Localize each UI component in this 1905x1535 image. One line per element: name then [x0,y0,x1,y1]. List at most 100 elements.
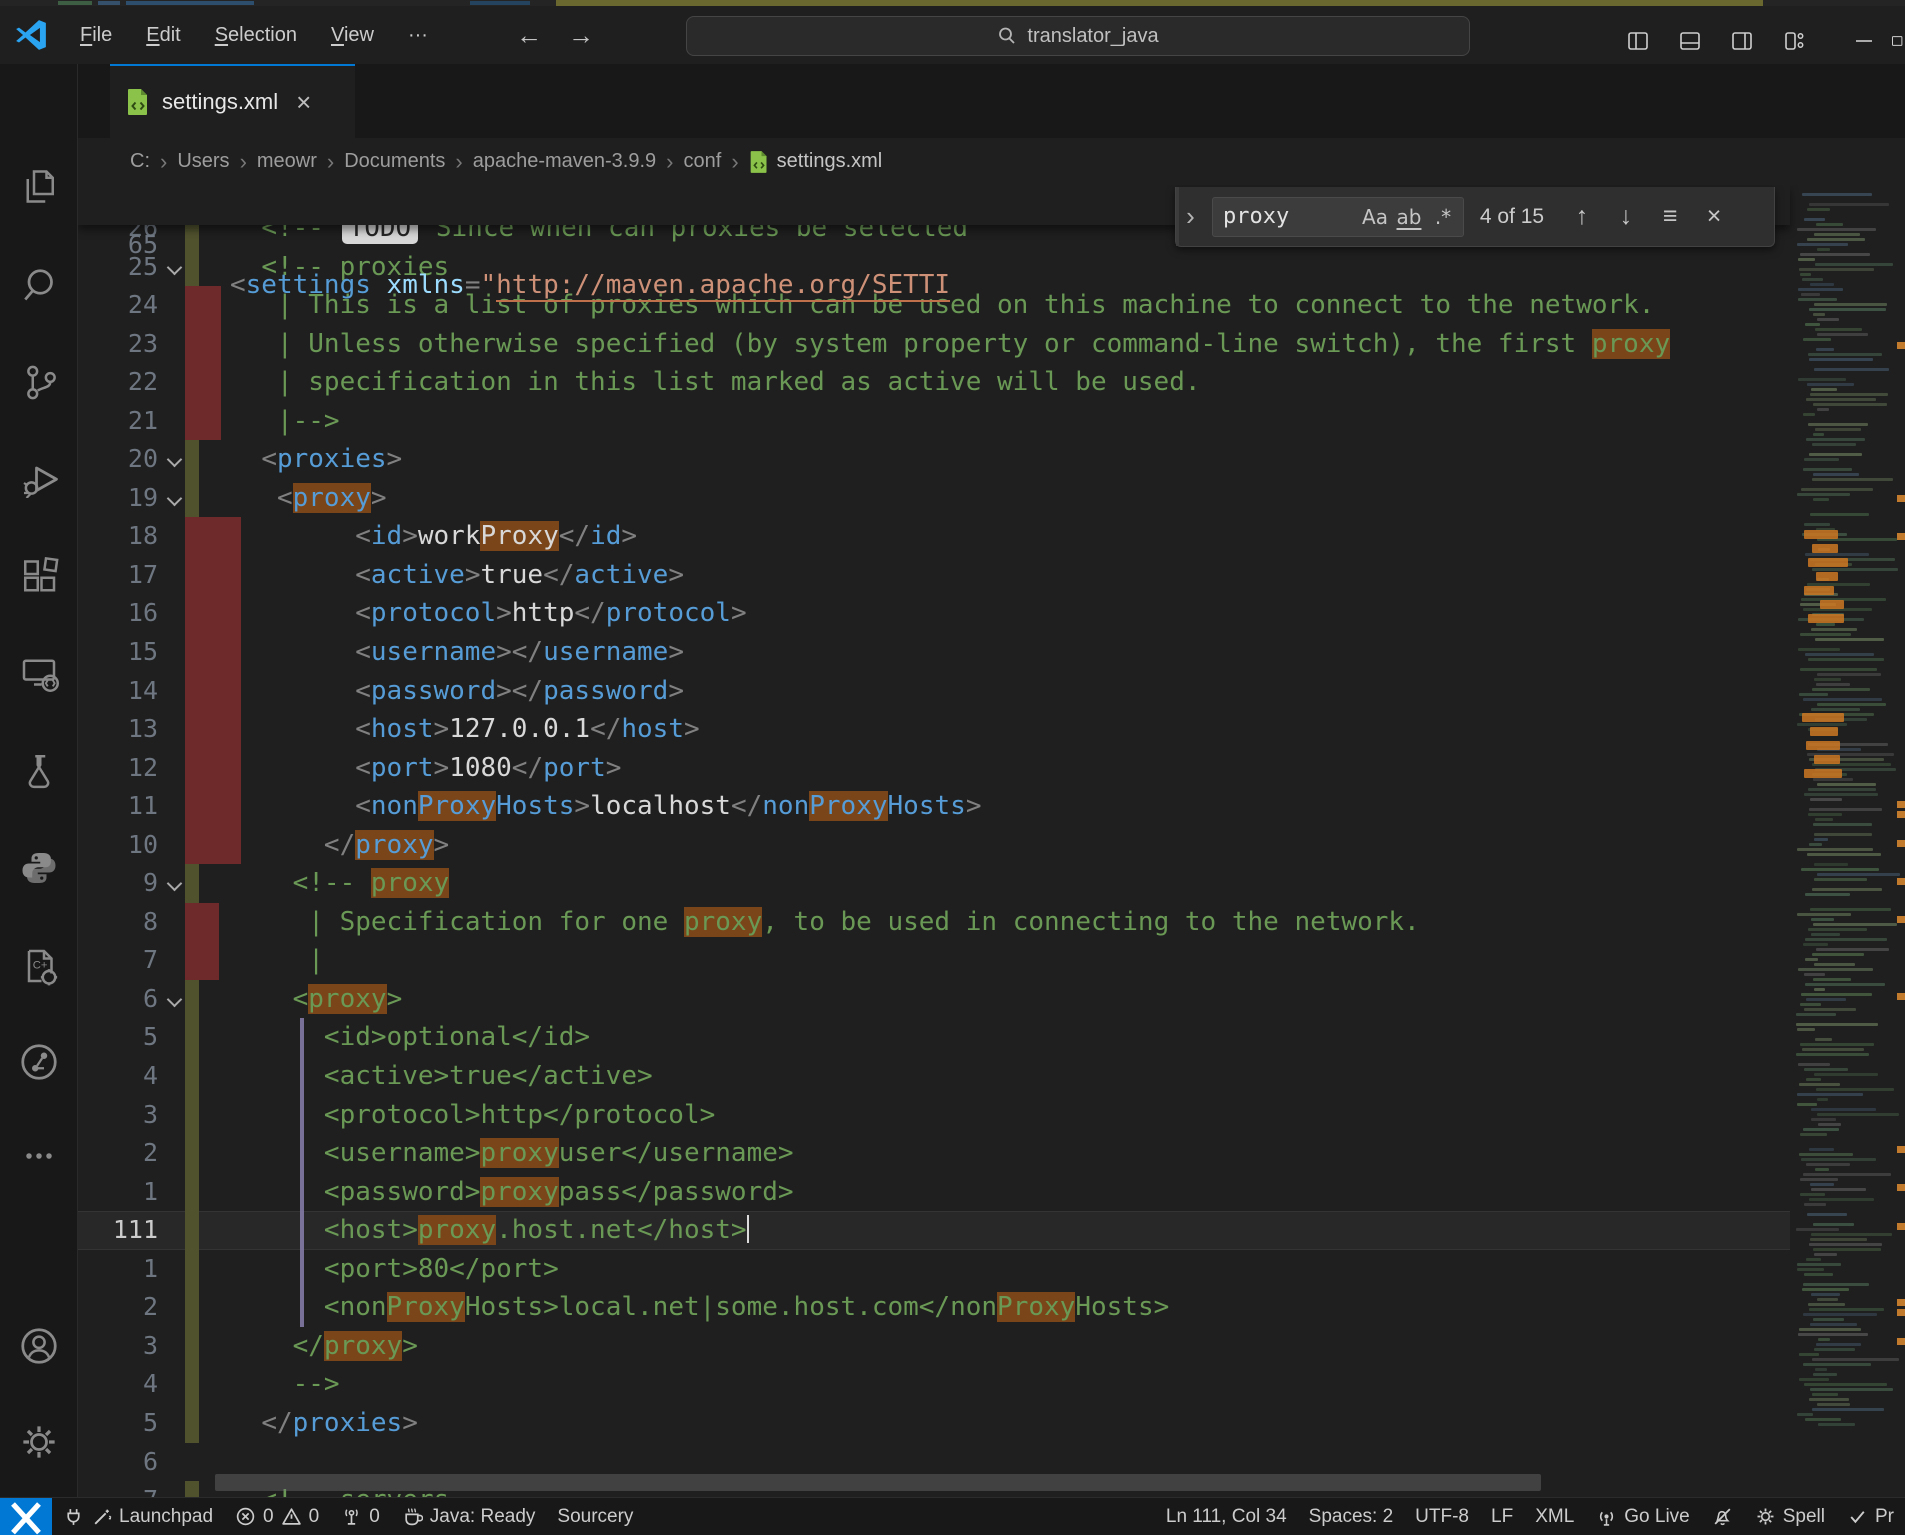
run-debug-icon[interactable] [19,458,59,498]
line-number[interactable]: 19 [78,479,158,518]
line-number[interactable]: 2 [78,1134,158,1173]
line-number[interactable]: 22 [78,363,158,402]
close-find-icon[interactable]: × [1692,202,1736,231]
line-number[interactable]: 16 [78,594,158,633]
toggle-panel-icon[interactable] [1664,12,1716,70]
line-number[interactable]: 5 [78,1404,158,1443]
editor-row[interactable]: 5 <id>optional</id> [78,1018,1790,1057]
remote-explorer-icon[interactable] [19,652,59,692]
forward-button[interactable]: → [568,20,594,51]
line-number[interactable]: 15 [78,633,158,672]
editor-row[interactable]: 1 <port>80</port> [78,1250,1790,1289]
line-number[interactable]: 9 [78,864,158,903]
editor-row[interactable]: 16 <protocol>http</protocol> [78,594,1790,633]
status-item-sourcery[interactable]: Sourcery [546,1498,644,1535]
line-number[interactable]: 20 [78,440,158,479]
line-number[interactable]: 2 [78,1288,158,1327]
status-item-encoding[interactable]: UTF-8 [1404,1498,1480,1535]
menu-view[interactable]: View [317,18,388,53]
cpp-tools-icon[interactable]: C+ [19,946,59,986]
command-center-search[interactable]: translator_java [686,16,1470,56]
menu-file[interactable]: File [66,18,126,53]
explorer-icon[interactable] [19,164,59,204]
editor-row[interactable]: 111 <host>proxy.host.net</host> [78,1211,1790,1250]
line-number[interactable]: 111 [78,1211,158,1250]
line-number[interactable]: 4 [78,1057,158,1096]
source-control-icon[interactable] [19,360,59,400]
editor-row[interactable]: 5 </proxies> [78,1404,1790,1443]
search-icon[interactable] [19,262,59,302]
breadcrumb-file[interactable]: settings.xml [749,150,883,174]
line-number[interactable]: 14 [78,672,158,711]
status-item-ports[interactable]: 0 [330,1498,391,1535]
status-item-notifications-muted[interactable] [1701,1498,1744,1535]
line-number[interactable]: 3 [78,1327,158,1366]
breadcrumb-item[interactable]: Documents [344,150,445,173]
status-item-problems[interactable]: 00 [224,1498,330,1535]
line-number[interactable]: 3 [78,1096,158,1135]
editor-row[interactable]: 15 <username></username> [78,633,1790,672]
line-number[interactable]: 6 [78,980,158,1019]
next-match-icon[interactable]: ↓ [1604,202,1648,231]
editor-row[interactable]: 11 <nonProxyHosts>localhost</nonProxyHos… [78,787,1790,826]
toggle-secondary-sidebar-icon[interactable] [1716,12,1768,70]
status-item-indentation[interactable]: Spaces: 2 [1298,1498,1405,1535]
editor-row[interactable]: 22 | specification in this list marked a… [78,363,1790,402]
minimize-icon[interactable] [1838,12,1890,70]
breadcrumb-item[interactable]: conf [684,150,722,173]
status-item-java-status[interactable]: Java: Ready [391,1498,547,1535]
status-item-spell[interactable]: Spell [1744,1498,1836,1535]
line-number[interactable]: 21 [78,402,158,441]
minimap[interactable] [1790,185,1905,1497]
editor-row[interactable]: 2 <username>proxyuser</username> [78,1134,1790,1173]
editor-row[interactable]: 3 <protocol>http</protocol> [78,1096,1790,1135]
tab-settings-xml[interactable]: settings.xml × [110,64,355,138]
editor-row[interactable]: 7 | [78,941,1790,980]
code-editor[interactable]: 26 <!-- TODO Since when can proxies be s… [78,185,1905,1497]
status-item-launchpad[interactable]: Launchpad [52,1498,224,1535]
extensions-icon[interactable] [19,554,59,594]
editor-row[interactable]: 17 <active>true</active> [78,556,1790,595]
line-number[interactable]: 10 [78,826,158,865]
menu-edit[interactable]: Edit [132,18,194,53]
status-item-prettier[interactable]: Pr [1836,1498,1905,1535]
line-number[interactable]: 7 [78,1481,158,1497]
line-number[interactable]: 5 [78,1018,158,1057]
editor-row[interactable]: 2 <nonProxyHosts>local.net|some.host.com… [78,1288,1790,1327]
editor-row[interactable]: 20 <proxies> [78,440,1790,479]
toggle-sidebar-icon[interactable] [1612,12,1664,70]
breadcrumb-item[interactable]: Users [177,150,229,173]
editor-row[interactable]: 12 <port>1080</port> [78,749,1790,788]
more-views-icon[interactable] [19,1136,59,1176]
whole-word-icon[interactable]: ab [1393,205,1425,229]
match-case-icon[interactable]: Aa [1359,205,1391,229]
settings-gear-icon[interactable] [19,1422,59,1462]
testing-icon[interactable] [19,750,59,790]
python-icon[interactable] [19,848,59,888]
find-in-selection-icon[interactable]: ≡ [1648,202,1692,231]
account-icon[interactable] [19,1326,59,1366]
status-item-eol[interactable]: LF [1480,1498,1524,1535]
editor-row[interactable]: 4 --> [78,1365,1790,1404]
toggle-replace-icon[interactable]: › [1176,187,1202,246]
menu-[interactable]: ··· [394,18,442,53]
editor-row[interactable]: 23 | Unless otherwise specified (by syst… [78,325,1790,364]
line-number[interactable]: 6 [78,1443,158,1482]
line-number[interactable]: 12 [78,749,158,788]
line-number[interactable]: 8 [78,903,158,942]
editor-row[interactable]: 18 <id>workProxy</id> [78,517,1790,556]
find-input-box[interactable]: Aa ab .* [1212,197,1464,237]
editor-row[interactable]: 8 | Specification for one proxy, to be u… [78,903,1790,942]
menu-selection[interactable]: Selection [201,18,311,53]
close-tab-icon[interactable]: × [296,87,311,118]
line-number[interactable]: 11 [78,787,158,826]
horizontal-scrollbar[interactable] [215,1474,1541,1491]
back-button[interactable]: ← [516,20,542,51]
editor-row[interactable]: 4 <active>true</active> [78,1057,1790,1096]
line-number[interactable]: 13 [78,710,158,749]
line-number[interactable]: 7 [78,941,158,980]
editor-row[interactable]: 13 <host>127.0.0.1</host> [78,710,1790,749]
line-number[interactable]: 17 [78,556,158,595]
line-number[interactable]: 18 [78,517,158,556]
editor-row[interactable]: 3 </proxy> [78,1327,1790,1366]
